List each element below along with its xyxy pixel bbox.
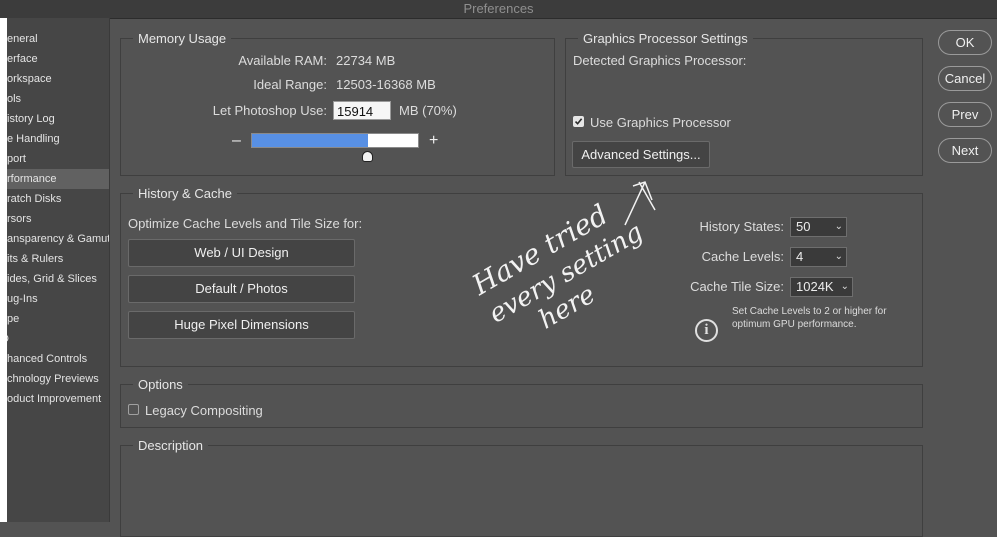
web-ui-design-button[interactable]: Web / UI Design <box>128 239 355 267</box>
available-ram-value: 22734 MB <box>336 53 396 68</box>
sidebar-item-technology-previews[interactable]: chnology Previews <box>7 369 109 389</box>
title-bar: Preferences <box>0 0 997 19</box>
handwritten-annotation: Have tried every setting here <box>466 181 656 335</box>
next-button[interactable]: Next <box>938 138 992 163</box>
cache-note-line2: optimum GPU performance. <box>732 319 857 330</box>
cache-tile-size-select[interactable]: 1024K ⌄ <box>790 277 853 297</box>
available-ram-label: Available RAM: <box>238 53 327 68</box>
sidebar-item-cursors[interactable]: rsors <box>7 209 109 229</box>
prev-button[interactable]: Prev <box>938 102 992 127</box>
cache-levels-select[interactable]: 4 ⌄ <box>790 247 847 267</box>
advanced-settings-button[interactable]: Advanced Settings... <box>572 141 710 168</box>
description-group: Description <box>120 437 923 537</box>
cache-note-line1: Set Cache Levels to 2 or higher for <box>732 306 887 317</box>
sidebar-item-interface[interactable]: erface <box>7 49 109 69</box>
legacy-compositing-label: Legacy Compositing <box>145 403 263 418</box>
default-photos-button[interactable]: Default / Photos <box>128 275 355 303</box>
cancel-button[interactable]: Cancel <box>938 66 992 91</box>
photoshop-use-label: Let Photoshop Use: <box>212 103 327 118</box>
ideal-range-value: 12503-16368 MB <box>336 77 436 92</box>
window-edge <box>0 18 7 522</box>
memory-use-suffix: MB (70%) <box>399 103 457 118</box>
sidebar-item-type[interactable]: pe <box>7 309 109 329</box>
sidebar-item-enhanced-controls[interactable]: hanced Controls <box>7 349 109 369</box>
optimize-cache-label: Optimize Cache Levels and Tile Size for: <box>128 216 363 231</box>
sidebar-item-workspace[interactable]: orkspace <box>7 69 109 89</box>
sidebar-item-tools[interactable]: ols <box>7 89 109 109</box>
use-gpu-label: Use Graphics Processor <box>590 115 731 130</box>
sidebar-item-units-rulers[interactable]: its & Rulers <box>7 249 109 269</box>
memory-slider-thumb[interactable] <box>362 151 373 162</box>
sidebar-item-performance[interactable]: rformance <box>7 169 109 189</box>
info-icon: i <box>695 319 718 342</box>
sidebar-item-product-improvement[interactable]: oduct Improvement <box>7 389 109 409</box>
checkmark-icon <box>574 118 583 125</box>
memory-slider[interactable] <box>251 133 419 148</box>
gpu-settings-title: Graphics Processor Settings <box>578 30 753 47</box>
window-title: Preferences <box>463 1 534 16</box>
history-cache-title: History & Cache <box>133 185 237 202</box>
memory-slider-fill <box>252 134 368 147</box>
chevron-down-icon: ⌄ <box>834 251 843 262</box>
sidebar-item-scratch-disks[interactable]: ratch Disks <box>7 189 109 209</box>
memory-usage-title: Memory Usage <box>133 30 232 47</box>
memory-use-input[interactable]: 15914 <box>333 101 391 120</box>
sidebar-item-export[interactable]: port <box>7 149 109 169</box>
memory-decrease-button[interactable]: – <box>232 133 241 149</box>
options-title: Options <box>133 376 188 393</box>
sidebar-item-history-log[interactable]: istory Log <box>7 109 109 129</box>
memory-increase-button[interactable]: + <box>429 133 438 149</box>
sidebar-item-transparency-gamut[interactable]: ansparency & Gamut <box>7 229 109 249</box>
sidebar-item-general[interactable]: eneral <box>7 29 109 49</box>
use-gpu-checkbox[interactable] <box>573 116 584 127</box>
sidebar-item-file-handling[interactable]: e Handling <box>7 129 109 149</box>
detected-gpu-label: Detected Graphics Processor: <box>573 53 747 68</box>
history-states-select[interactable]: 50 ⌄ <box>790 217 847 237</box>
chevron-down-icon: ⌄ <box>834 221 843 232</box>
sidebar-item-plug-ins[interactable]: ug-Ins <box>7 289 109 309</box>
ok-button[interactable]: OK <box>938 30 992 55</box>
legacy-compositing-checkbox[interactable] <box>128 404 139 415</box>
huge-pixel-dimensions-button[interactable]: Huge Pixel Dimensions <box>128 311 355 339</box>
chevron-down-icon: ⌄ <box>840 281 849 292</box>
description-title: Description <box>133 437 209 454</box>
sidebar-item-3d[interactable]: D <box>7 329 103 349</box>
ideal-range-label: Ideal Range: <box>253 77 327 92</box>
sidebar: eneral erface orkspace ols istory Log e … <box>7 18 110 522</box>
sidebar-item-guides-grid-slices[interactable]: ides, Grid & Slices <box>7 269 109 289</box>
